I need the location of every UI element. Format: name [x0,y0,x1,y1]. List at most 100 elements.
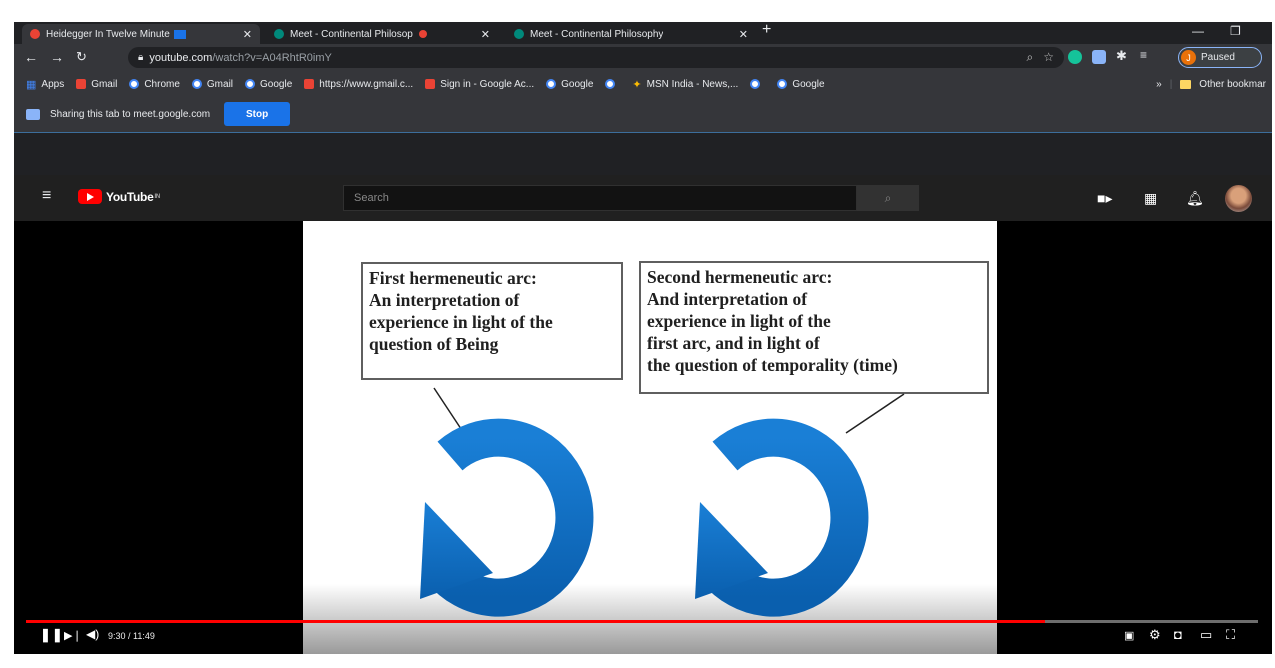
stop-sharing-button[interactable]: Stop [224,102,291,126]
google-icon [750,79,761,89]
sharing-text: Sharing this tab to meet.google.com [50,108,211,120]
youtube-favicon-icon [30,29,40,39]
settings-gear-icon[interactable]: ⚙ [1149,627,1161,643]
notifications-bell-icon[interactable]: 🔔︎ [1186,190,1204,207]
restore-icon[interactable]: ❐ [1230,24,1241,38]
bookmark-label: MSN India - News,... [646,78,739,90]
user-avatar[interactable] [1225,185,1252,212]
country-code: IN [154,193,160,200]
casting-icon [173,29,186,39]
search-button[interactable]: ⌕ [857,185,919,211]
other-bookmarks[interactable]: Other bookmar [1199,79,1266,90]
bookmark-gmail[interactable]: Gmail [76,79,117,90]
google-icon [129,79,140,89]
search-input[interactable]: Search [343,185,857,211]
time-display: 9:30 / 11:49 [108,631,155,641]
video-frame-slide: First hermeneutic arc: An interpretation… [303,221,997,654]
google-icon [191,79,202,89]
google-icon [777,79,788,89]
bookmark-google-2[interactable]: Google [546,79,593,90]
infobar-gap [14,133,1272,175]
bookmark-label: Chrome [144,78,180,90]
screen-extension-icon[interactable] [1092,50,1106,64]
volume-icon[interactable]: ◀) [86,627,99,641]
url-host: youtube.com [149,51,213,64]
arc-diagram [420,387,905,617]
profile-avatar: J [1181,50,1196,65]
miniplayer-icon[interactable]: ◘ [1174,627,1182,642]
progress-bar[interactable] [26,620,1258,623]
close-tab-icon[interactable]: ✕ [243,28,252,41]
bookmark-label: Gmail [91,78,118,90]
bookmark-gmail-url[interactable]: https://www.gmail.c... [304,79,413,90]
fullscreen-icon[interactable]: ⛶ [1226,627,1235,643]
tab-heidegger[interactable]: Heidegger In Twelve Minute ✕ [22,24,260,44]
subtitles-icon[interactable]: ▣ [1124,629,1134,642]
browser-toolbar: ← → ↻ 🔒︎ youtube.com/watch?v=A04RhtR0imY… [14,44,1272,72]
new-tab-button[interactable]: + [762,21,771,39]
bookmarks-bar: ▦ Apps Gmail Chrome Gmail Google https://… [14,72,1272,96]
folder-icon [1180,79,1192,89]
bookmark-label: Sign in - Google Ac... [440,78,535,90]
bookmark-label: Gmail [206,78,234,90]
bookmark-google-5[interactable]: Google [777,78,825,90]
bookmark-google-4[interactable] [750,79,765,89]
youtube-play-logo-icon [78,189,102,204]
grammarly-extension-icon[interactable] [1068,50,1082,64]
bookmark-label: https://www.gmail.c... [319,78,414,90]
pointer-line-2 [845,393,905,434]
first-arc-icon [420,418,594,617]
logo-text: YouTube [106,189,154,204]
reload-icon[interactable]: ↻ [76,49,87,65]
close-tab-icon[interactable]: ✕ [481,28,490,41]
hamburger-menu-icon[interactable]: ≡ [42,187,51,205]
close-tab-icon[interactable]: ✕ [739,28,748,41]
bookmark-label: Google [561,78,594,90]
next-icon[interactable]: ▶❘ [64,629,82,642]
create-video-icon[interactable]: ■▸ [1097,190,1112,207]
address-bar[interactable]: 🔒︎ youtube.com/watch?v=A04RhtR0imY ⌕ ☆ [128,47,1064,68]
bookmark-google-3[interactable] [605,79,620,89]
bookmark-google[interactable]: Google [245,79,292,90]
minimize-icon[interactable]: — [1192,24,1204,38]
tab-meet-2[interactable]: Meet - Continental Philosophy ✕ [506,24,756,44]
bookmark-apps[interactable]: ▦ Apps [26,78,64,91]
progress-fill [26,620,1045,623]
apps-grid-icon[interactable]: ▦ [1144,190,1157,207]
screen-share-icon [26,108,40,120]
google-icon [245,79,256,89]
zoom-search-icon[interactable]: ⌕ [1027,50,1034,65]
pause-icon[interactable]: ❚❚ [40,627,64,643]
msn-icon: ✦ [632,78,642,91]
extensions-puzzle-icon[interactable]: ✱ [1116,48,1130,63]
profile-status: Paused [1201,52,1235,63]
google-icon [605,79,616,89]
tab-title: Heidegger In Twelve Minute [46,28,170,40]
bookmark-gmail-2[interactable]: Gmail [191,78,234,90]
search-placeholder: Search [354,192,389,204]
meet-favicon-icon [514,29,524,39]
back-arrow-icon[interactable]: ← [24,49,38,65]
bookmark-msn[interactable]: ✦ MSN India - News,... [632,78,738,91]
theater-mode-icon[interactable]: ▭ [1200,627,1212,643]
profile-paused-button[interactable]: J Paused [1178,47,1262,68]
search-icon: ⌕ [884,190,892,205]
forward-arrow-icon[interactable]: → [50,49,64,65]
bookmark-label: Google [260,78,293,90]
separator: | [1169,78,1173,90]
youtube-logo[interactable]: YouTube IN [78,189,160,204]
second-arc-icon [695,418,869,617]
recording-dot-icon [418,30,427,38]
tab-meet-1[interactable]: Meet - Continental Philosop ✕ [266,24,498,44]
reading-list-icon[interactable]: ≡ [1140,48,1154,62]
more-bookmarks-icon[interactable]: » [1156,79,1162,90]
sharing-infobar: Sharing this tab to meet.google.com Stop [14,96,1272,133]
bookmark-star-icon[interactable]: ☆ [1043,50,1054,65]
meet-favicon-icon [274,29,284,39]
bookmark-chrome[interactable]: Chrome [129,79,180,90]
bookmark-signin[interactable]: Sign in - Google Ac... [425,79,534,90]
gmail-icon [304,79,315,89]
bookmark-label: Google [792,78,825,90]
video-player[interactable]: First hermeneutic arc: An interpretation… [14,221,1272,654]
bookmark-label: Apps [41,78,65,90]
